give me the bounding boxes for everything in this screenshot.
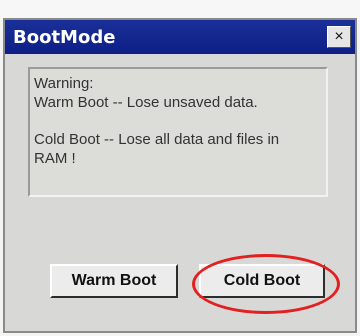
background-window <box>0 0 360 20</box>
close-button[interactable]: × <box>327 26 351 48</box>
warm-boot-button[interactable]: Warm Boot <box>50 264 178 298</box>
close-icon: × <box>334 28 344 45</box>
cold-boot-warning: Cold Boot -- Lose all data and files in <box>34 131 280 148</box>
highlight-circle <box>192 254 340 314</box>
warning-message-box: Warning: Warm Boot -- Lose unsaved data.… <box>28 67 328 197</box>
warning-label: Warning: <box>34 75 94 92</box>
warm-boot-warning: Warm Boot -- Lose unsaved data. <box>34 94 258 111</box>
cold-boot-warning-cont: RAM ! <box>34 150 76 167</box>
title-bar: BootMode × <box>5 20 355 54</box>
dialog-title: BootMode <box>13 27 116 48</box>
